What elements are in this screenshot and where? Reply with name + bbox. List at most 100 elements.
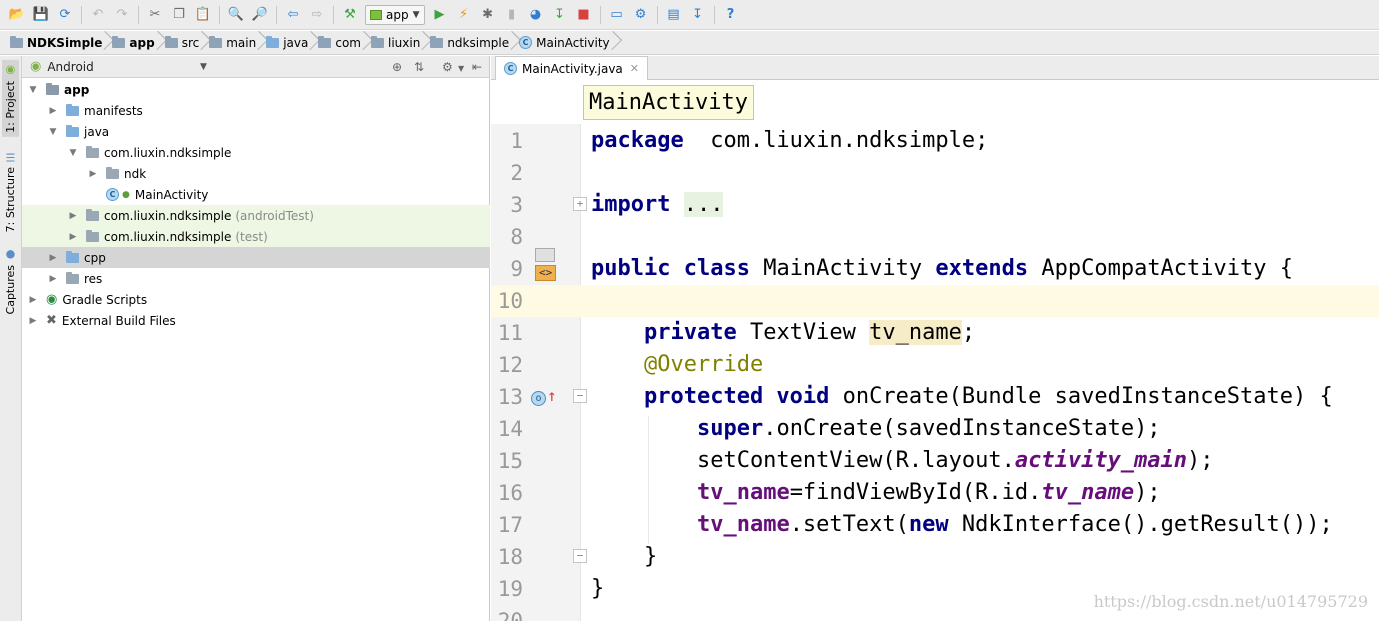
view-mode-select[interactable]: Android	[47, 60, 93, 74]
replace-icon[interactable]: 🔎	[249, 4, 271, 26]
chevron-down-icon[interactable]: ▼	[26, 85, 40, 95]
make-project-icon[interactable]: ⚒	[339, 4, 361, 26]
run-config-select[interactable]: app ▼	[365, 4, 425, 25]
sync-gradle-icon[interactable]: ⚙	[630, 4, 652, 26]
code-line[interactable]: 16 tv_name=findViewById(R.id.tv_name);	[491, 477, 1379, 509]
related-xml-icon[interactable]: <>	[535, 264, 557, 281]
back-icon[interactable]: ⇦	[282, 4, 304, 26]
project-panel: ◉ Android ▼ ⊕ ⇅ ⚙ ▼ ⇤ ▼ app ▶ manifests ▼ jav…	[22, 56, 490, 621]
fold-import-icon[interactable]: +	[573, 197, 587, 211]
copy-icon[interactable]: ❐	[168, 4, 190, 26]
breadcrumb-item[interactable]: java	[262, 31, 314, 55]
code-line[interactable]: 11 private TextView tv_name;	[491, 317, 1379, 349]
code-line[interactable]: 8	[491, 221, 1379, 253]
chevron-right-icon[interactable]: ▶	[86, 169, 100, 179]
tree-row[interactable]: ▼ com.liuxin.ndksimple	[22, 142, 490, 163]
package-icon	[86, 145, 99, 158]
chevron-right-icon[interactable]: ▶	[46, 253, 60, 263]
hide-panel-icon[interactable]: ⇤	[472, 60, 482, 74]
redo-icon[interactable]: ↷	[111, 4, 133, 26]
chevron-down-icon[interactable]: ▼	[66, 148, 80, 158]
code-line[interactable]: 13 protected void onCreate(Bundle savedI…	[491, 381, 1379, 413]
close-icon[interactable]: ✕	[630, 62, 639, 75]
code-line[interactable]: 15 setContentView(R.layout.activity_main…	[491, 445, 1379, 477]
help-icon[interactable]: ?	[720, 4, 742, 26]
res-folder-icon	[66, 271, 79, 284]
line-number: 18	[497, 545, 523, 569]
code-line[interactable]: 1 package com.liuxin.ndksimple;	[491, 125, 1379, 157]
chevron-down-icon[interactable]: ▼	[46, 127, 60, 137]
code-text: super.onCreate(savedInstanceState);	[591, 413, 1161, 445]
editor-tab-bar: C MainActivity.java ✕	[491, 56, 1379, 80]
breadcrumb-item[interactable]: app	[108, 31, 160, 55]
apply-changes-icon[interactable]: ⚡	[453, 4, 475, 26]
code-line[interactable]: 2	[491, 157, 1379, 189]
avd-manager-icon[interactable]: ▭	[606, 4, 628, 26]
chevron-down-icon[interactable]: ▼	[458, 64, 464, 73]
code-line[interactable]: 14 super.onCreate(savedInstanceState);	[491, 413, 1379, 445]
profile-icon[interactable]: ▮	[501, 4, 523, 26]
tree-row[interactable]: C ● MainActivity	[22, 184, 490, 205]
save-all-icon[interactable]: 💾	[30, 4, 52, 26]
tree-row[interactable]: ▼ java	[22, 121, 490, 142]
stop-icon[interactable]: ■	[573, 4, 595, 26]
code-token: ...	[683, 192, 724, 217]
code-line[interactable]: 18 }	[491, 541, 1379, 573]
tree-row[interactable]: ▶ com.liuxin.ndksimple (test)	[22, 226, 490, 247]
tree-row[interactable]: ▶ com.liuxin.ndksimple (androidTest)	[22, 205, 490, 226]
find-icon[interactable]: 🔍	[225, 4, 247, 26]
code-line[interactable]: 10	[491, 285, 1379, 317]
breadcrumb-item[interactable]: liuxin	[367, 31, 426, 55]
locate-icon[interactable]: ⊕	[392, 60, 402, 74]
sync-icon[interactable]: ⟳	[54, 4, 76, 26]
tree-row[interactable]: ▶ ndk	[22, 163, 490, 184]
chevron-down-icon[interactable]: ▼	[200, 62, 207, 72]
chevron-right-icon[interactable]: ▶	[26, 316, 40, 326]
code-line[interactable]: 17 tv_name.setText(new NdkInterface().ge…	[491, 509, 1379, 541]
run-icon[interactable]: ▶	[429, 4, 451, 26]
tree-row[interactable]: ▶ cpp	[22, 247, 490, 268]
forward-icon[interactable]: ⇨	[306, 4, 328, 26]
chevron-right-icon[interactable]: ▶	[46, 106, 60, 116]
collapse-all-icon[interactable]: ⇅	[414, 60, 424, 74]
breadcrumb-item[interactable]: com	[314, 31, 367, 55]
debug-icon[interactable]: ✱	[477, 4, 499, 26]
project-structure-icon[interactable]: ▤	[663, 4, 685, 26]
tree-row[interactable]: ▼ app	[22, 79, 490, 100]
tree-row[interactable]: ▶ manifests	[22, 100, 490, 121]
breadcrumb-item[interactable]: main	[205, 31, 262, 55]
paste-icon[interactable]: 📋	[192, 4, 214, 26]
fold-method-icon[interactable]: −	[573, 389, 587, 403]
attach-debugger-icon[interactable]: ↧	[549, 4, 571, 26]
tab-structure[interactable]: 7: Structure ☰	[2, 146, 19, 236]
sdk-manager-icon[interactable]: ↧	[687, 4, 709, 26]
chevron-right-icon[interactable]: ▶	[26, 295, 40, 305]
profiler-icon[interactable]: ◕	[525, 4, 547, 26]
tree-row[interactable]: ▶ ✖ External Build Files	[22, 310, 490, 331]
gear-icon[interactable]: ⚙	[442, 60, 453, 74]
open-folder-icon[interactable]: 📂	[6, 4, 28, 26]
breadcrumb-item[interactable]: C MainActivity	[515, 31, 616, 55]
tab-captures[interactable]: Captures ●	[2, 244, 19, 318]
breadcrumb-item[interactable]: ndksimple	[426, 31, 515, 55]
tab-mainactivity[interactable]: C MainActivity.java ✕	[495, 56, 648, 80]
chevron-right-icon[interactable]: ▶	[66, 211, 80, 221]
chevron-right-icon[interactable]: ▶	[46, 274, 60, 284]
fold-method-end-icon[interactable]: −	[573, 549, 587, 563]
tree-item-label: res	[84, 271, 103, 286]
tree-row[interactable]: ▶ ◉ Gradle Scripts	[22, 289, 490, 310]
breadcrumb-item[interactable]: NDKSimple	[6, 31, 108, 55]
breadcrumb-item[interactable]: src	[161, 31, 206, 55]
undo-icon[interactable]: ↶	[87, 4, 109, 26]
tree-row[interactable]: ▶ res	[22, 268, 490, 289]
code-line[interactable]: 12 @Override	[491, 349, 1379, 381]
override-method-icon[interactable]: o ↑	[531, 386, 557, 406]
tab-project[interactable]: 1: Project ◉	[2, 60, 19, 137]
code-line[interactable]: 9 public class MainActivity extends AppCo…	[491, 253, 1379, 285]
chevron-right-icon[interactable]: ▶	[66, 232, 80, 242]
cut-icon[interactable]: ✂	[144, 4, 166, 26]
code-area[interactable]: 1 package com.liuxin.ndksimple; 2 3 import .…	[491, 124, 1379, 621]
line-number: 3	[510, 193, 523, 217]
folder-icon	[10, 35, 23, 48]
code-line[interactable]: 3 import ...	[491, 189, 1379, 221]
